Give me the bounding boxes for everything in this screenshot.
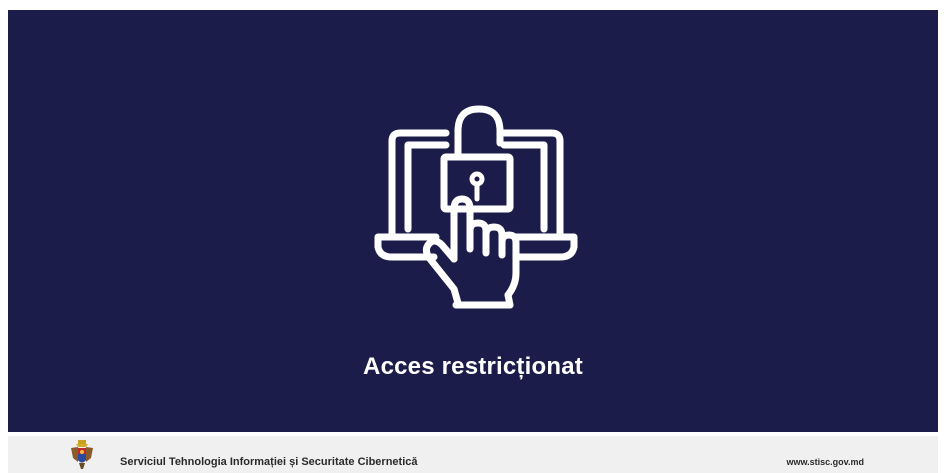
restricted-access-page: Acces restricționat Serviciul Tehnologia… <box>0 0 946 473</box>
website-link[interactable]: www.stisc.gov.md <box>786 457 864 467</box>
footer-bar: Serviciul Tehnologia Informației și Secu… <box>8 436 938 473</box>
organization-name: Serviciul Tehnologia Informației și Secu… <box>120 456 418 468</box>
page-title: Acces restricționat <box>363 353 583 380</box>
restricted-access-panel: Acces restricționat <box>8 10 938 432</box>
locked-laptop-hand-icon <box>374 105 578 309</box>
moldova-coat-of-arms-icon <box>71 440 93 469</box>
